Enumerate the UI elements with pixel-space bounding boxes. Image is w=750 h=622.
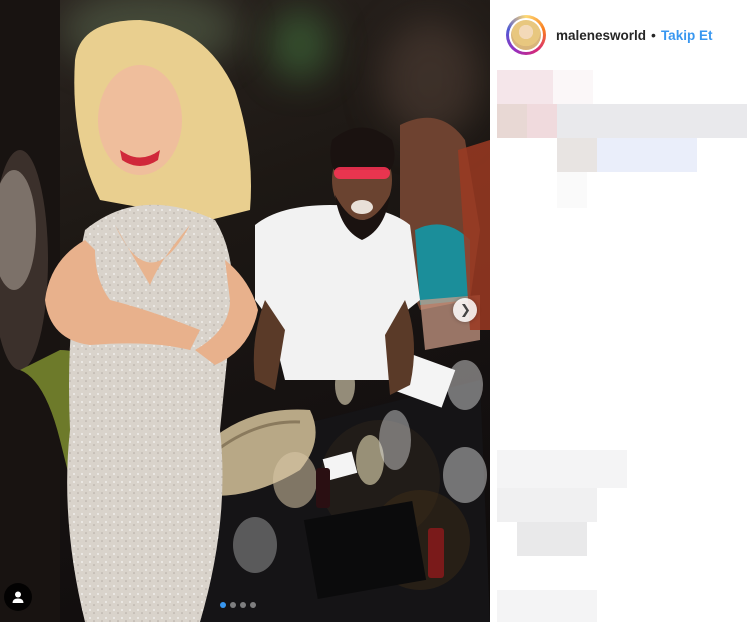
post-photo[interactable]: ❯: [0, 0, 490, 622]
chevron-right-icon: ❯: [460, 302, 471, 318]
carousel-dot: [220, 602, 226, 608]
person-tag-icon: [12, 591, 24, 603]
post-sidebar: malenesworld • Takip Et: [490, 0, 750, 622]
carousel-indicator: [220, 602, 256, 608]
carousel-dot: [250, 602, 256, 608]
carousel-dot: [230, 602, 236, 608]
tagged-people-button[interactable]: [4, 583, 32, 611]
post-header: malenesworld • Takip Et: [490, 0, 750, 70]
avatar-image: [511, 20, 541, 50]
header-separator: •: [651, 27, 656, 43]
username-link[interactable]: malenesworld: [556, 28, 646, 43]
avatar[interactable]: [506, 15, 546, 55]
photo-scene: [0, 0, 490, 622]
carousel-next-button[interactable]: ❯: [453, 298, 477, 322]
carousel-dot: [240, 602, 246, 608]
follow-button[interactable]: Takip Et: [661, 28, 713, 43]
